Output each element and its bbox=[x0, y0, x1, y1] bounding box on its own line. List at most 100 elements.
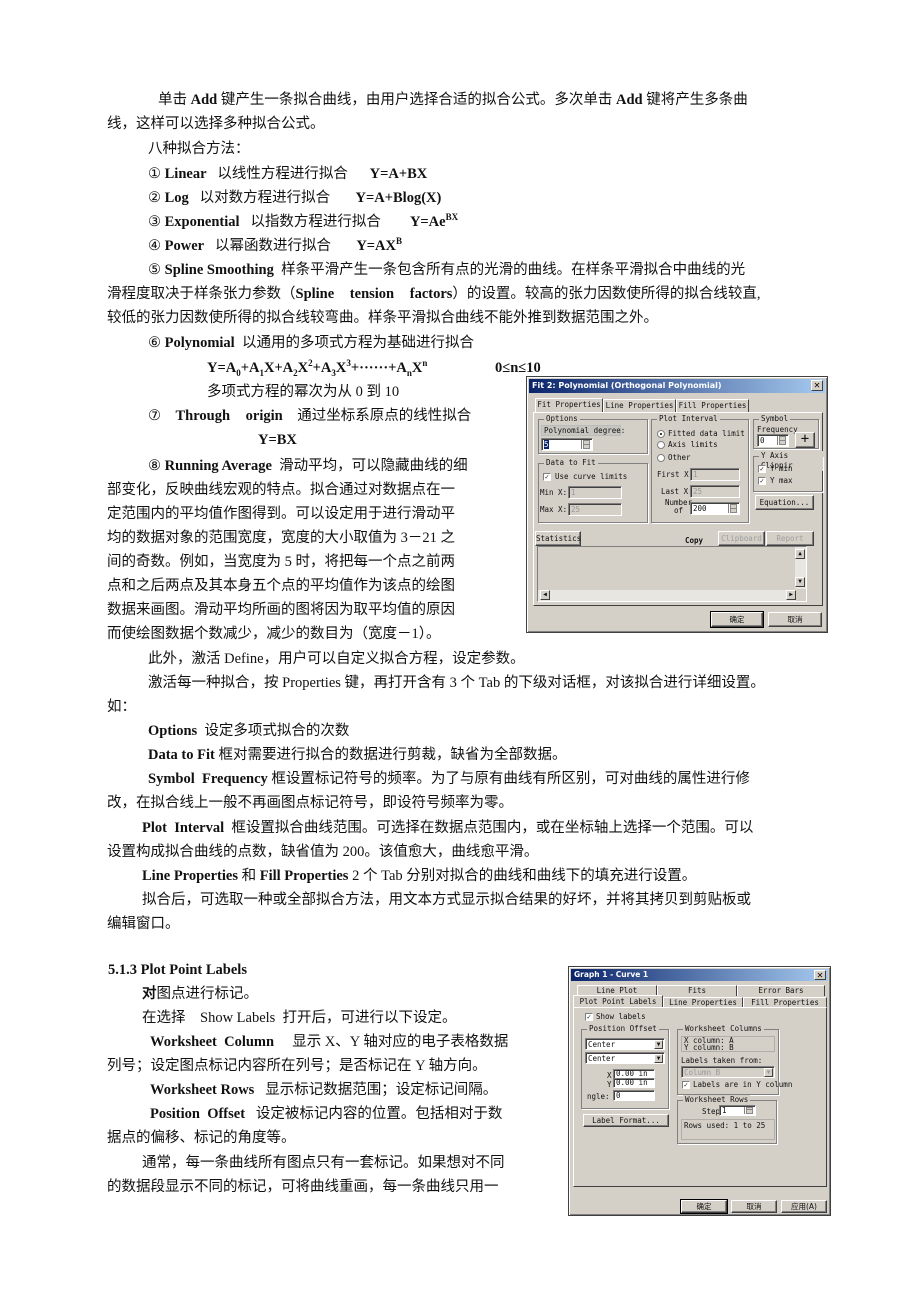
statistics-output[interactable]: ▲ ▼ ◀ ▶ bbox=[537, 546, 807, 602]
step-input[interactable]: 1 bbox=[719, 1105, 756, 1116]
first-x-input[interactable]: 1 bbox=[690, 468, 740, 481]
group-label: Data to Fit bbox=[544, 458, 598, 468]
text: 框对需要进行拟合的数据进行剪裁，缺省为全部数据。 bbox=[218, 747, 567, 763]
plot-interval-desc-2: 设置构成拟合曲线的点数，缺省值为 200。该值愈大，曲线愈平滑。 bbox=[107, 844, 539, 860]
position-offset-desc-2: 据点的偏移、标记的角度等。 bbox=[107, 1130, 296, 1146]
tab-fits[interactable]: Fits bbox=[657, 985, 737, 996]
labels-in-y-label: Labels are in Y column bbox=[693, 1080, 793, 1089]
method-name: Power bbox=[164, 238, 205, 254]
labels-column-select[interactable]: Column B ▼ bbox=[681, 1066, 775, 1078]
paragraph-add-1: 单击 Add 键产生一条拟合曲线，由用户选择合适的拟合公式。多次单击 Add 键… bbox=[158, 88, 748, 112]
bold-term: Worksheet Column bbox=[150, 1034, 275, 1050]
equation-button[interactable]: Equation... bbox=[755, 495, 814, 510]
bold-term: 对 bbox=[142, 986, 157, 1002]
normal-desc-2: 的数据段显示不同的标记，可将曲线重画，每一条曲线只用一 bbox=[107, 1179, 499, 1195]
last-x-input[interactable]: 25 bbox=[690, 485, 740, 498]
chevron-down-icon[interactable]: ▼ bbox=[654, 1040, 663, 1049]
fitted-data-limits-label: Fitted data limit bbox=[668, 429, 745, 438]
scroll-left-icon[interactable]: ◀ bbox=[540, 590, 550, 600]
method-name: Exponential bbox=[164, 214, 240, 230]
y-offset-input[interactable]: 0.00 in bbox=[613, 1078, 655, 1088]
text: 2 个 Tab 分别对拟合的曲线和曲线下的填充进行设置。 bbox=[348, 868, 697, 884]
text: 设定多项式拟合的次数 bbox=[204, 723, 350, 739]
y-min-checkbox[interactable]: ✓ bbox=[758, 465, 766, 473]
horizontal-scrollbar[interactable]: ◀ ▶ bbox=[538, 590, 796, 601]
spinner[interactable] bbox=[744, 1107, 754, 1114]
y-max-checkbox[interactable]: ✓ bbox=[758, 477, 766, 485]
spinner[interactable] bbox=[777, 436, 787, 445]
radio-other[interactable] bbox=[657, 454, 665, 462]
close-button[interactable]: ✕ bbox=[811, 380, 823, 391]
number-of-label-2: of bbox=[674, 506, 684, 515]
dialog-titlebar[interactable]: Fit 2: Polynomial (Orthogonal Polynomial… bbox=[529, 379, 825, 393]
polynomial-formula: Y=A0+A1X+A2X2+A3X3+······+AnXn bbox=[207, 358, 428, 378]
scroll-right-icon[interactable]: ▶ bbox=[786, 590, 796, 600]
angle-label: ngle: bbox=[587, 1092, 610, 1101]
bold-term: Add bbox=[615, 92, 643, 108]
max-x-input[interactable]: 25 bbox=[568, 503, 622, 516]
spinner[interactable] bbox=[581, 440, 591, 449]
cancel-button[interactable]: 取消 bbox=[768, 612, 822, 627]
polynomial-degree-input[interactable]: 5 bbox=[541, 438, 593, 451]
show-labels-checkbox[interactable]: ✓ bbox=[585, 1013, 593, 1021]
num: ⑦ bbox=[148, 408, 161, 424]
bold-term: Options bbox=[148, 723, 198, 739]
label-format-button[interactable]: Label Format... bbox=[583, 1114, 669, 1127]
bold-term: Add bbox=[190, 92, 218, 108]
num: ③ bbox=[148, 214, 161, 230]
apply-button[interactable]: 应用(A) bbox=[781, 1200, 827, 1213]
bold-term: Symbol Frequency bbox=[148, 771, 268, 787]
method-spline-3: 较低的张力因数使所得的拟合线较弯曲。样条平滑拟合曲线不能外推到数据范围之外。 bbox=[107, 310, 658, 326]
symbol-frequency-desc-2: 改，在拟合线上一般不再画图点标记符号，即设符号频率为零。 bbox=[107, 795, 513, 811]
tab-plot-point-labels[interactable]: Plot Point Labels bbox=[573, 995, 663, 1007]
method-name: Polynomial bbox=[164, 335, 235, 351]
formula: Y=A+BX bbox=[369, 166, 428, 182]
use-curve-limits-checkbox[interactable]: ✓ bbox=[543, 473, 551, 481]
chevron-down-icon[interactable]: ▼ bbox=[764, 1068, 773, 1077]
report-button[interactable]: Report bbox=[766, 531, 814, 546]
tab-line-properties[interactable]: Line Properties bbox=[603, 399, 676, 412]
step-label: Step bbox=[702, 1107, 721, 1116]
ok-button[interactable]: 确定 bbox=[710, 611, 764, 628]
after-fit-desc-2: 编辑窗口。 bbox=[107, 916, 180, 932]
clipboard-button[interactable]: Clipboard bbox=[718, 531, 765, 546]
angle-input[interactable]: 0 bbox=[613, 1090, 655, 1101]
horizontal-position-select[interactable]: Center ▼ bbox=[585, 1038, 665, 1050]
radio-axis-limits[interactable] bbox=[657, 441, 665, 449]
cancel-button[interactable]: 取消 bbox=[731, 1200, 777, 1213]
tab-fill-properties[interactable]: Fill Properties bbox=[676, 399, 749, 412]
data-to-fit-desc: Data to Fit 框对需要进行拟合的数据进行剪裁，缺省为全部数据。 bbox=[148, 743, 566, 767]
radio-fitted-data-limits[interactable] bbox=[657, 430, 665, 438]
tab-fit-properties[interactable]: Fit Properties bbox=[535, 398, 603, 412]
number-of-points-input[interactable]: 200 bbox=[690, 502, 740, 515]
vertical-position-select[interactable]: Center ▼ bbox=[585, 1052, 665, 1064]
frequency-value: 0 bbox=[760, 436, 765, 445]
min-x-input[interactable]: 1 bbox=[568, 486, 622, 499]
statistics-button[interactable]: Statistics bbox=[535, 531, 581, 546]
ok-button[interactable]: 确定 bbox=[680, 1199, 728, 1214]
symbol-button[interactable]: + bbox=[795, 432, 815, 448]
tab-error-bars[interactable]: Error Bars bbox=[737, 985, 825, 996]
scroll-up-icon[interactable]: ▲ bbox=[795, 549, 805, 559]
spinner[interactable] bbox=[728, 504, 738, 513]
dialog-titlebar[interactable]: Graph 1 - Curve 1 ✕ bbox=[571, 969, 828, 981]
bold-term: Data to Fit bbox=[148, 747, 215, 763]
polynomial-note: 多项式方程的幂次为从 0 到 10 bbox=[207, 384, 400, 400]
formula: Y=Ae bbox=[409, 214, 446, 230]
text: 显示 X、Y 轴对应的电子表格数据 bbox=[292, 1034, 509, 1050]
options-desc: Options 设定多项式拟合的次数 bbox=[148, 719, 349, 743]
num: ⑧ bbox=[148, 458, 161, 474]
vertical-scrollbar[interactable]: ▲ ▼ bbox=[795, 547, 806, 589]
method-exponential: ③ Exponential 以指数方程进行拟合 Y=AeBX bbox=[148, 210, 458, 234]
scroll-down-icon[interactable]: ▼ bbox=[795, 577, 805, 587]
method-name: Linear bbox=[164, 166, 207, 182]
method-log: ② Log 以对数方程进行拟合 Y=A+Blog(X) bbox=[148, 186, 441, 210]
symbol-frequency-input[interactable]: 0 bbox=[757, 434, 789, 447]
method-name: Through origin bbox=[175, 408, 283, 424]
properties-paragraph-2: 如： bbox=[107, 699, 136, 715]
labels-in-y-checkbox[interactable]: ✓ bbox=[682, 1081, 690, 1089]
chevron-down-icon[interactable]: ▼ bbox=[654, 1054, 663, 1063]
close-button[interactable]: ✕ bbox=[814, 970, 826, 980]
method-desc: 以对数方程进行拟合 bbox=[199, 190, 331, 206]
bold-term: Line Properties bbox=[142, 868, 238, 884]
